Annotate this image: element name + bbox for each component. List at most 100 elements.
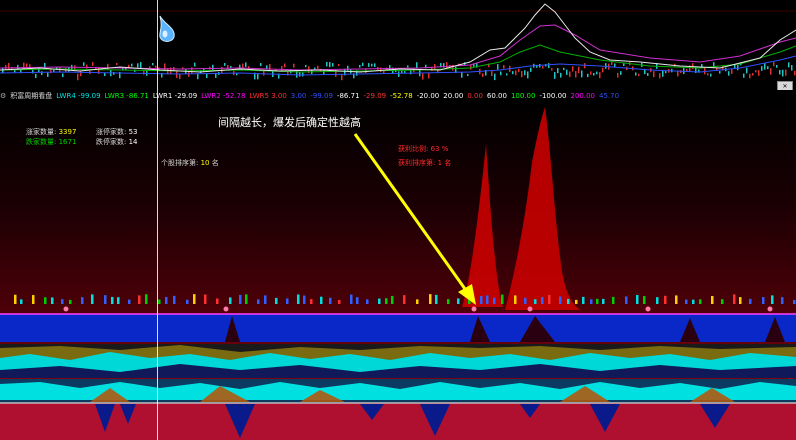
candle xyxy=(749,73,751,79)
legend-item: LWR3 -86.71 xyxy=(104,92,149,100)
signal-marker xyxy=(527,306,533,312)
candle xyxy=(647,73,649,76)
candle xyxy=(590,71,592,75)
signal-tick xyxy=(356,297,359,304)
candle xyxy=(374,63,376,67)
candle xyxy=(491,71,493,77)
price-chart-svg xyxy=(0,3,796,81)
candle xyxy=(548,63,550,69)
candle xyxy=(197,73,199,80)
candle xyxy=(554,72,556,79)
candle xyxy=(137,63,139,68)
candle xyxy=(8,62,10,70)
candle xyxy=(92,62,94,66)
signal-tick xyxy=(338,299,341,304)
candle xyxy=(659,73,661,79)
candle xyxy=(572,66,574,72)
candle xyxy=(791,65,793,71)
candle xyxy=(593,73,595,76)
candle xyxy=(752,72,754,76)
signal-tick xyxy=(385,298,388,304)
indicator-panel[interactable]: 涨家数量: 3397 涨停家数: 53 跌家数量: 1671 跌停家数: 14 … xyxy=(0,102,796,440)
signal-tick xyxy=(685,299,688,304)
limit-up-label: 涨停家数: xyxy=(96,128,127,136)
settings-icon[interactable]: ⚙ xyxy=(0,92,6,100)
candle xyxy=(662,70,664,77)
signal-tick xyxy=(447,299,450,304)
signal-tick xyxy=(320,296,323,304)
signal-tick xyxy=(104,295,107,304)
candle xyxy=(347,65,349,71)
signal-tick xyxy=(480,296,483,304)
signal-tick xyxy=(32,295,35,304)
profit-ratio-row: 获利比例: 63 % xyxy=(398,144,448,154)
indicator-name[interactable]: 积富周期看盘 xyxy=(10,92,52,100)
peak-area-left xyxy=(462,144,503,307)
signal-tick xyxy=(602,298,605,304)
candle xyxy=(506,73,508,76)
candle xyxy=(569,71,571,78)
signal-tick xyxy=(692,299,695,304)
legend-item: LWR1 -29.09 xyxy=(152,92,198,100)
candle xyxy=(179,73,181,80)
candle xyxy=(773,62,775,67)
candle xyxy=(131,63,133,67)
candle xyxy=(500,71,502,76)
candle xyxy=(521,71,523,78)
signal-tick xyxy=(303,295,306,304)
candle xyxy=(530,67,532,72)
profit-rank-label: 获利排序第: xyxy=(398,159,436,167)
candle xyxy=(116,62,118,66)
legend-item: -20.00 xyxy=(416,92,440,100)
signal-tick xyxy=(486,295,489,304)
rise-count-value: 3397 xyxy=(58,128,77,136)
price-chart[interactable]: ✕ xyxy=(0,0,796,92)
signal-markers xyxy=(63,306,773,312)
signal-tick xyxy=(165,296,168,304)
signal-tick xyxy=(297,294,300,304)
candle xyxy=(794,70,796,76)
signal-tick xyxy=(91,294,94,304)
signal-marker xyxy=(645,306,651,312)
signal-tick xyxy=(493,297,496,304)
legend-item: LWR2 -52.78 xyxy=(201,92,246,100)
candle xyxy=(734,64,736,69)
candle xyxy=(596,71,598,75)
signal-tick xyxy=(559,296,562,304)
profit-ratio-label: 获利比例: xyxy=(398,145,429,153)
candle xyxy=(779,69,781,75)
candle xyxy=(257,73,259,80)
candle xyxy=(359,64,361,68)
candle xyxy=(746,67,748,74)
candle xyxy=(611,62,613,66)
signal-tick xyxy=(541,297,544,304)
signal-tick xyxy=(20,299,23,304)
signal-tick xyxy=(699,299,702,304)
candle xyxy=(728,71,730,76)
signal-tick xyxy=(138,295,141,304)
legend-item: -86.71 xyxy=(336,92,360,100)
signal-tick xyxy=(204,294,207,304)
signal-tick xyxy=(771,295,774,304)
candle xyxy=(338,64,340,67)
candle xyxy=(140,62,142,68)
annotation-text: 间隔越长，爆发后确定性越高 xyxy=(218,116,361,129)
candle xyxy=(47,72,49,77)
signal-tick xyxy=(643,296,646,304)
candle xyxy=(524,70,526,76)
candle xyxy=(575,71,577,78)
signal-tick xyxy=(158,299,161,304)
signal-tick xyxy=(590,299,593,304)
candle xyxy=(737,65,739,71)
candle xyxy=(371,63,373,67)
candle xyxy=(212,64,214,71)
signal-tick xyxy=(793,299,796,304)
legend-item: -99.09 xyxy=(310,92,333,100)
rank-unit: 名 xyxy=(211,159,219,167)
fall-count-row: 跌家数量: 1671 xyxy=(26,138,76,147)
signal-tick xyxy=(44,297,47,304)
signal-tick xyxy=(329,297,332,304)
signal-tick xyxy=(128,299,131,304)
legend-item: 100.00 xyxy=(510,92,536,100)
indicator-legend-bar: ⚙ 积富周期看盘 LWR4 -99.09 LWR3 -86.71 LWR1 -29.09… xyxy=(0,90,796,102)
